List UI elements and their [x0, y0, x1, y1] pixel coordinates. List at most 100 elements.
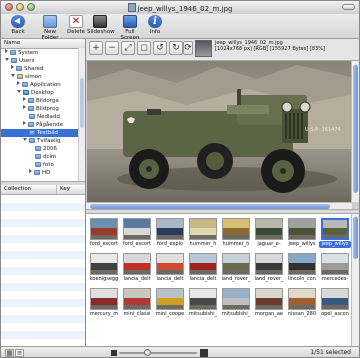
thumbnail-item[interactable]: lancia_delt [121, 251, 153, 285]
zoom-fit-icon[interactable]: ⤢ [121, 41, 135, 55]
rotate-left-icon[interactable]: ↺ [153, 41, 167, 55]
tree-item[interactable]: Users [1, 57, 85, 65]
tree-item[interactable]: Testbild [1, 129, 85, 137]
disclosure-closed-icon[interactable] [23, 105, 26, 109]
new-folder-button[interactable]: New Folder [35, 15, 65, 41]
collection-column-header[interactable]: Collection [1, 185, 57, 194]
thumbnail-item[interactable]: jeep_willys [286, 216, 318, 250]
tree-item[interactable]: Tvifaalig [1, 137, 85, 145]
thumbnail-image[interactable] [189, 218, 217, 240]
thumbnail-image[interactable] [90, 253, 118, 275]
thumbnail-item[interactable]: koenigsegg [88, 251, 120, 285]
thumbnail-item[interactable]: morgan_ae [253, 286, 285, 320]
disclosure-closed-icon[interactable] [11, 65, 14, 69]
back-button[interactable]: Back [7, 15, 29, 35]
thumbnail-image[interactable] [123, 288, 151, 310]
thumbnail-item[interactable]: mitsubishi_ [187, 286, 219, 320]
disclosure-closed-icon[interactable] [29, 169, 32, 173]
disclosure-open-icon[interactable] [11, 74, 15, 77]
thumbnail-image[interactable] [321, 218, 349, 240]
disclosure-closed-icon[interactable] [23, 97, 26, 101]
thumbnail-image[interactable] [123, 253, 151, 275]
grid-view-icon[interactable]: ▦ [5, 349, 14, 357]
thumbnail-image[interactable] [156, 218, 184, 240]
tree-item[interactable]: Application [1, 81, 85, 89]
thumbnail-item[interactable]: land_rover_ [253, 251, 285, 285]
tree-item[interactable]: System [1, 49, 85, 57]
disclosure-open-icon[interactable] [17, 90, 21, 93]
thumbnail-item[interactable]: mini_coope [154, 286, 186, 320]
thumbnail-image[interactable] [255, 288, 283, 310]
tree-item[interactable]: HD [1, 169, 85, 177]
thumbnail-item[interactable]: jeep_willys [319, 216, 351, 250]
thumbnail-item[interactable]: ford_explo [154, 216, 186, 250]
disclosure-open-icon[interactable] [23, 138, 27, 141]
tree-item[interactable]: Nedladd [1, 113, 85, 121]
name-column-header[interactable]: Name [1, 39, 85, 49]
tree-item[interactable]: Bildprog [1, 105, 85, 113]
disclosure-open-icon[interactable] [5, 58, 9, 61]
thumbnail-image[interactable] [255, 218, 283, 240]
thumbnail-image[interactable] [321, 288, 349, 310]
zoom-out-icon[interactable]: − [105, 41, 119, 55]
zoom-in-icon[interactable]: + [89, 41, 103, 55]
thumbnail-image[interactable] [288, 218, 316, 240]
thumbnail-item[interactable]: hummer_h [220, 216, 252, 250]
list-view-icon[interactable]: ≡ [15, 349, 24, 357]
disclosure-closed-icon[interactable] [17, 81, 20, 85]
thumbnail-item[interactable]: ford_escort [121, 216, 153, 250]
thumbnail-item[interactable]: ford_escort [88, 216, 120, 250]
thumbnail-item[interactable]: mini_classi [121, 286, 153, 320]
viewer-vscroll-thumb[interactable] [353, 65, 358, 193]
thumbnail-image[interactable] [321, 253, 349, 275]
disclosure-closed-icon[interactable] [23, 121, 26, 125]
tree-scroll-thumb[interactable] [80, 78, 84, 128]
thumbnail-image[interactable] [189, 288, 217, 310]
thumbnail-item[interactable]: jaguar_e- [253, 216, 285, 250]
thumbnail-item[interactable]: nissan_280 [286, 286, 318, 320]
main-photo[interactable]: U.S.A. 361474 [87, 61, 351, 202]
title-bar[interactable]: jeep_willys_1946_02_m.jpg [1, 1, 359, 15]
thumbnail-scrollbar[interactable] [351, 214, 359, 346]
thumbnail-image[interactable] [222, 288, 250, 310]
tree-item[interactable]: simon [1, 73, 85, 81]
tree-item[interactable]: 2006 [1, 145, 85, 153]
thumbnail-scroll-thumb[interactable] [353, 217, 358, 259]
thumbnail-item[interactable]: mitsubishi_ [220, 286, 252, 320]
tree-item[interactable]: Desktop [1, 89, 85, 97]
thumbnail-image[interactable] [189, 253, 217, 275]
thumbnail-image[interactable] [288, 288, 316, 310]
delete-button[interactable]: Delete [67, 15, 85, 35]
tree-scrollbar[interactable] [78, 48, 85, 181]
viewer-vertical-scrollbar[interactable] [351, 61, 359, 202]
tree-item[interactable]: foto [1, 161, 85, 169]
tree-item[interactable]: Shared [1, 65, 85, 73]
tree-item[interactable]: Bildorga [1, 97, 85, 105]
rotate-right-icon[interactable]: ↻ [169, 41, 183, 55]
full-screen-button[interactable]: Full Screen [115, 15, 145, 41]
thumbnail-image[interactable] [255, 253, 283, 275]
thumbnail-image[interactable] [222, 253, 250, 275]
thumbnail-image[interactable] [156, 288, 184, 310]
info-button[interactable]: Info [147, 15, 163, 35]
thumbnail-image[interactable] [123, 218, 151, 240]
thumbnail-image[interactable] [156, 253, 184, 275]
thumbnail-item[interactable]: lancia_delt [187, 251, 219, 285]
toolbar-toggle-button[interactable] [342, 4, 355, 10]
disclosure-closed-icon[interactable] [5, 49, 8, 53]
key-column-header[interactable]: Key [57, 185, 85, 194]
thumbnail-item[interactable]: land_rover_ [220, 251, 252, 285]
slideshow-button[interactable]: Slideshow [87, 15, 115, 35]
thumbnail-item[interactable]: lancia_delt [154, 251, 186, 285]
refresh-icon[interactable]: ⟳ [183, 41, 193, 55]
thumbnail-image[interactable] [222, 218, 250, 240]
tree-item[interactable]: Pågående [1, 121, 85, 129]
folder-tree[interactable]: System Users Shared simon Application Desktop… [1, 49, 85, 182]
thumbnail-item[interactable]: lincoln_con [286, 251, 318, 285]
thumbnail-size-slider[interactable] [119, 352, 197, 354]
thumbnail-item[interactable]: hummer_h [187, 216, 219, 250]
collection-list[interactable] [1, 195, 85, 346]
thumbnail-image[interactable] [288, 253, 316, 275]
thumbnail-item[interactable]: mercury_m [88, 286, 120, 320]
zoom-actual-icon[interactable]: ◻ [137, 41, 151, 55]
